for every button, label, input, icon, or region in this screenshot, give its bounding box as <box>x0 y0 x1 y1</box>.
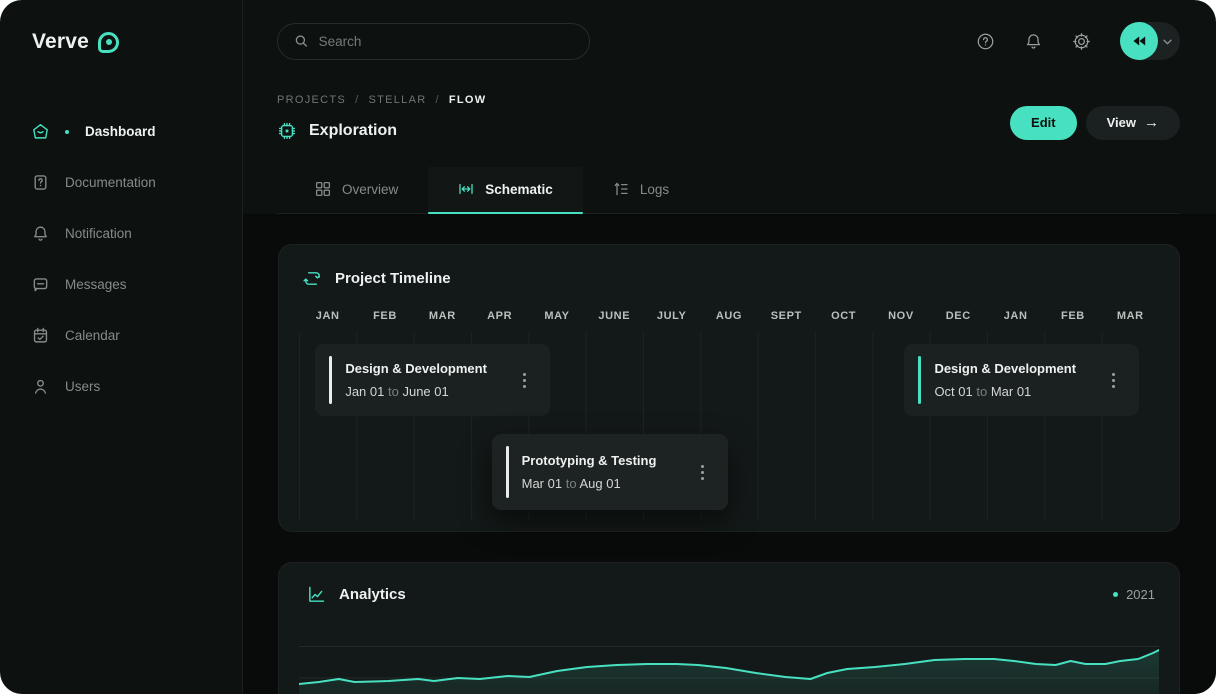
task-title: Prototyping & Testing <box>522 453 701 468</box>
rewind-icon <box>1131 33 1147 49</box>
chart-legend: 2021 <box>1113 587 1155 602</box>
month-label: JAN <box>299 310 356 322</box>
month-label: DEC <box>930 310 987 322</box>
tab-logs[interactable]: Logs <box>583 167 699 213</box>
timeline-title: Project Timeline <box>335 270 451 287</box>
document-icon <box>32 174 49 191</box>
app-window: Verve Dashboard Documentation Notificati… <box>0 0 1216 694</box>
month-label: NOV <box>872 310 929 322</box>
search-input[interactable] <box>319 34 573 49</box>
analytics-title: Analytics <box>339 586 406 603</box>
sidebar-item-notification[interactable]: Notification <box>32 208 242 259</box>
tab-schematic[interactable]: Schematic <box>428 167 583 213</box>
logs-icon <box>613 181 629 197</box>
task-title: Design & Development <box>345 361 522 376</box>
home-icon <box>32 123 49 140</box>
avatar <box>1120 22 1158 60</box>
message-icon <box>32 276 49 293</box>
month-label: APR <box>471 310 528 322</box>
sidebar-item-label: Messages <box>65 277 127 292</box>
sidebar-item-label: Notification <box>65 226 132 241</box>
legend-dot-icon <box>1113 592 1118 597</box>
breadcrumb-flow: FLOW <box>449 94 487 106</box>
sidebar-item-label: Dashboard <box>85 124 156 139</box>
kebab-menu-icon[interactable] <box>700 465 704 480</box>
page-title: Exploration <box>309 122 397 140</box>
arrow-right-icon: → <box>1144 114 1159 131</box>
task-dates: Mar 01 to Aug 01 <box>522 476 701 491</box>
calendar-icon <box>32 327 49 344</box>
gantt-area: Design & Development Jan 01 to June 01 P… <box>299 332 1159 520</box>
schematic-icon <box>458 181 474 197</box>
page-header: PROJECTS / STELLAR / FLOW Exploration Ed… <box>243 60 1216 141</box>
view-button[interactable]: View→ <box>1086 106 1180 140</box>
month-label: OCT <box>815 310 872 322</box>
grid-icon <box>315 181 331 197</box>
active-dot <box>65 130 69 134</box>
analytics-chart <box>299 647 1159 694</box>
bell-icon <box>1024 32 1043 51</box>
user-menu[interactable] <box>1120 22 1180 60</box>
task-title: Design & Development <box>934 361 1111 376</box>
sidebar-item-dashboard[interactable]: Dashboard <box>32 106 242 157</box>
month-label: JUNE <box>586 310 643 322</box>
gear-icon <box>1072 32 1091 51</box>
notifications-button[interactable] <box>1022 30 1044 52</box>
settings-button[interactable] <box>1070 30 1092 52</box>
month-label: JAN <box>987 310 1044 322</box>
task-card-prototyping-testing[interactable]: Prototyping & Testing Mar 01 to Aug 01 <box>492 434 729 510</box>
help-icon <box>976 32 995 51</box>
content-area: Project Timeline JAN FEB MAR APR MAY JUN… <box>243 214 1216 694</box>
user-icon <box>32 378 49 395</box>
month-label: AUG <box>700 310 757 322</box>
sidebar-nav: Dashboard Documentation Notification Mes… <box>32 106 242 412</box>
cycle-icon <box>303 269 322 288</box>
edit-button[interactable]: Edit <box>1010 106 1077 140</box>
kebab-menu-icon[interactable] <box>522 373 526 388</box>
topbar-icons <box>974 22 1180 60</box>
chevron-down-icon <box>1163 32 1172 50</box>
task-dates: Jan 01 to June 01 <box>345 384 522 399</box>
sidebar-item-label: Users <box>65 379 100 394</box>
breadcrumb: PROJECTS / STELLAR / FLOW <box>277 94 486 106</box>
search-icon <box>294 33 309 49</box>
month-label: FEB <box>1044 310 1101 322</box>
bell-icon <box>32 225 49 242</box>
task-dates: Oct 01 to Mar 01 <box>934 384 1111 399</box>
month-label: MAR <box>414 310 471 322</box>
month-label: MAR <box>1102 310 1159 322</box>
help-button[interactable] <box>974 30 996 52</box>
month-axis: JAN FEB MAR APR MAY JUNE JULY AUG SEPT O… <box>299 310 1159 322</box>
month-label: JULY <box>643 310 700 322</box>
breadcrumb-projects[interactable]: PROJECTS <box>277 94 346 106</box>
analytics-card: Analytics 2021 <box>278 562 1180 694</box>
sidebar-item-label: Documentation <box>65 175 156 190</box>
task-card-design-development-2[interactable]: Design & Development Oct 01 to Mar 01 <box>904 344 1139 416</box>
project-timeline-card: Project Timeline JAN FEB MAR APR MAY JUN… <box>278 244 1180 532</box>
task-card-design-development-1[interactable]: Design & Development Jan 01 to June 01 <box>315 344 550 416</box>
month-label: FEB <box>356 310 413 322</box>
main-area: PROJECTS / STELLAR / FLOW Exploration Ed… <box>243 0 1216 694</box>
month-label: SEPT <box>758 310 815 322</box>
month-label: MAY <box>528 310 585 322</box>
sidebar: Verve Dashboard Documentation Notificati… <box>0 0 243 694</box>
sidebar-item-users[interactable]: Users <box>32 361 242 412</box>
sidebar-item-label: Calendar <box>65 328 120 343</box>
tab-overview[interactable]: Overview <box>285 167 428 213</box>
chart-line-icon <box>307 585 326 604</box>
analytics-chart-zone <box>299 646 1159 694</box>
breadcrumb-stellar[interactable]: STELLAR <box>368 94 426 106</box>
search-bar[interactable] <box>277 23 590 60</box>
kebab-menu-icon[interactable] <box>1111 373 1115 388</box>
verve-logo-icon <box>98 32 119 53</box>
sidebar-item-calendar[interactable]: Calendar <box>32 310 242 361</box>
chip-icon <box>277 121 297 141</box>
logo: Verve <box>32 30 242 54</box>
sidebar-item-documentation[interactable]: Documentation <box>32 157 242 208</box>
sidebar-item-messages[interactable]: Messages <box>32 259 242 310</box>
tab-bar: Overview Schematic Logs <box>277 167 1180 214</box>
topbar <box>243 0 1216 60</box>
legend-label: 2021 <box>1126 587 1155 602</box>
logo-text: Verve <box>32 30 89 54</box>
